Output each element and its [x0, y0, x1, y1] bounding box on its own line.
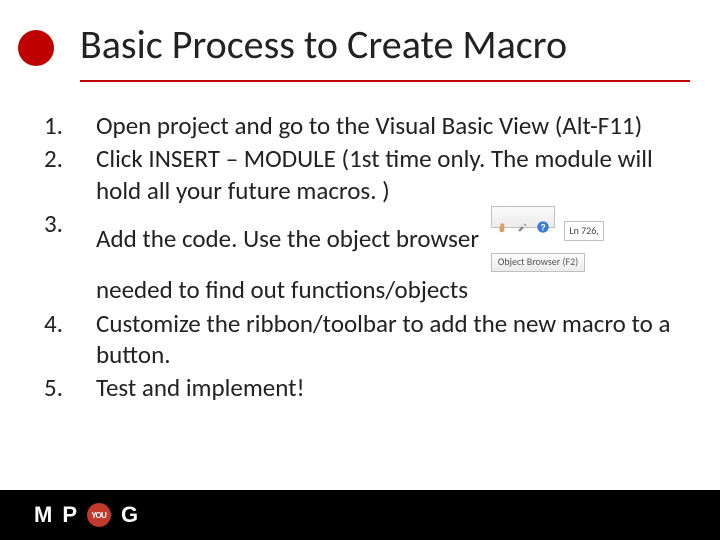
tools-icon: [516, 210, 530, 224]
content-area: Open project and go to the Visual Basic …: [28, 110, 692, 405]
help-icon: ?: [536, 210, 550, 224]
page-title: Basic Process to Create Macro: [80, 20, 567, 69]
list-item: Click INSERT – MODULE (1st time only. Th…: [28, 143, 692, 206]
object-browser-figure: ? Ln 726, Object Browser (F2): [491, 206, 604, 273]
list-item: Open project and go to the Visual Basic …: [28, 110, 692, 141]
step-text: Test and implement!: [96, 372, 305, 403]
list-item: Test and implement!: [28, 372, 692, 403]
line-indicator: Ln 726,: [564, 221, 603, 241]
svg-text:?: ?: [540, 222, 545, 232]
title-bullet-icon: [18, 30, 54, 66]
slide: Basic Process to Create Macro Open proje…: [0, 0, 720, 540]
logo-letter-g: G: [121, 502, 138, 528]
steps-list: Open project and go to the Visual Basic …: [28, 110, 692, 403]
list-item: Add the code. Use the object browser ?: [28, 208, 692, 306]
step-text: Open project and go to the Visual Basic …: [96, 110, 642, 141]
logo-letter-m: M: [34, 502, 52, 528]
step-text: Add the code. Use the object browser: [96, 223, 479, 254]
footer-bar: M P YOU G: [0, 490, 720, 540]
object-browser-tooltip: Object Browser (F2): [491, 253, 586, 272]
step-text: needed to find out functions/objects: [96, 274, 468, 305]
list-item: Customize the ribbon/toolbar to add the …: [28, 308, 692, 371]
logo-you-text: YOU: [92, 510, 107, 521]
logo-letter-p: P: [62, 502, 77, 528]
logo-you-icon: YOU: [87, 503, 111, 527]
step-text: Click INSERT – MODULE (1st time only. Th…: [96, 143, 653, 205]
hand-icon: [496, 210, 510, 224]
toolbar-row: ?: [491, 206, 555, 228]
title-underline: [80, 80, 690, 82]
step-text: Customize the ribbon/toolbar to add the …: [96, 308, 670, 370]
